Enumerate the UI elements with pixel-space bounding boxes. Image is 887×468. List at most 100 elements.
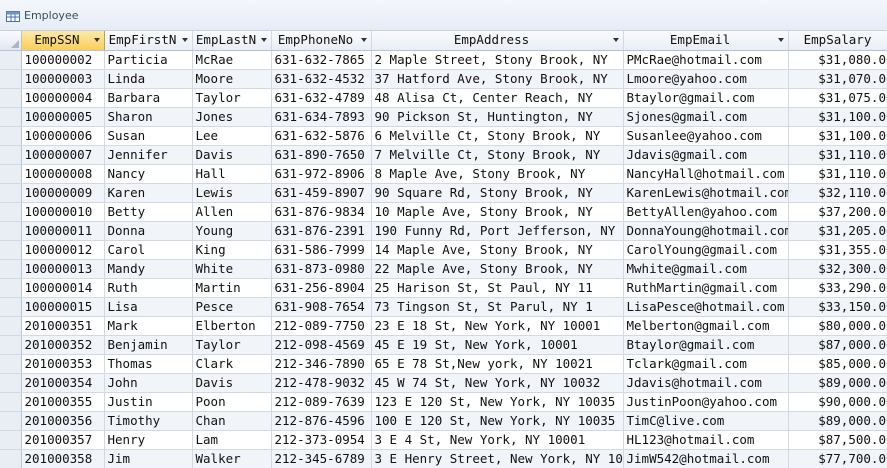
record-selector[interactable] <box>0 69 22 89</box>
empssn-cell[interactable]: 100000002 <box>21 50 105 70</box>
empaddress-cell[interactable]: 48 Alisa Ct, Center Reach, NY <box>371 88 624 108</box>
empssn-cell[interactable]: 201000352 <box>21 335 105 355</box>
empemail-cell[interactable]: Lmoore@yahoo.com <box>623 69 789 89</box>
emplastname-cell[interactable]: Lee <box>192 126 272 146</box>
column-header-empssn[interactable]: EmpSSN <box>21 31 105 51</box>
empssn-cell[interactable]: 100000007 <box>21 145 105 165</box>
table-row[interactable]: 100000007 Jennifer Davis 631-890-7650 7 Melv… <box>0 145 887 165</box>
empfirstname-cell[interactable]: Thomas <box>104 354 193 374</box>
empemail-cell[interactable]: HL123@hotmail.com <box>623 430 789 450</box>
empaddress-cell[interactable]: 22 Maple Ave, Stony Brook, NY <box>371 259 624 279</box>
emplastname-cell[interactable]: Taylor <box>192 335 272 355</box>
empemail-cell[interactable]: Btaylor@gmail.com <box>623 335 789 355</box>
emplastname-cell[interactable]: Davis <box>192 373 272 393</box>
empssn-cell[interactable]: 201000354 <box>21 373 105 393</box>
empssn-cell[interactable]: 100000009 <box>21 183 105 203</box>
empfirstname-cell[interactable]: Karen <box>104 183 193 203</box>
dropdown-arrow-icon[interactable] <box>612 38 619 42</box>
dropdown-arrow-icon[interactable] <box>777 38 784 42</box>
table-row[interactable]: 201000357 Henry Lam 212-373-0954 3 E 4 St, N… <box>0 430 887 450</box>
empemail-cell[interactable]: Btaylor@gmail.com <box>623 88 789 108</box>
empaddress-cell[interactable]: 37 Hatford Ave, Stony Brook, NY <box>371 69 624 89</box>
emplastname-cell[interactable]: King <box>192 240 272 260</box>
emplastname-cell[interactable]: White <box>192 259 272 279</box>
empsalary-cell[interactable]: $31,205.00 <box>788 221 887 241</box>
empaddress-cell[interactable]: 14 Maple Ave, Stony Brook, NY <box>371 240 624 260</box>
empssn-cell[interactable]: 100000010 <box>21 202 105 222</box>
empfirstname-cell[interactable]: Benjamin <box>104 335 193 355</box>
empfirstname-cell[interactable]: Particia <box>104 50 193 70</box>
empssn-cell[interactable]: 201000355 <box>21 392 105 412</box>
empssn-cell[interactable]: 100000005 <box>21 107 105 127</box>
emplastname-cell[interactable]: Chan <box>192 411 272 431</box>
empsalary-cell[interactable]: $90,000.00 <box>788 392 887 412</box>
emplastname-cell[interactable]: Young <box>192 221 272 241</box>
table-row[interactable]: 201000355 Justin Poon 212-089-7639 123 E 120… <box>0 392 887 412</box>
empssn-cell[interactable]: 201000353 <box>21 354 105 374</box>
empemail-cell[interactable]: Jdavis@hotmail.com <box>623 373 789 393</box>
empemail-cell[interactable]: CarolYoung@gmail.com <box>623 240 789 260</box>
empsalary-cell[interactable]: $87,500.00 <box>788 430 887 450</box>
empsalary-cell[interactable]: $87,000.00 <box>788 335 887 355</box>
dropdown-arrow-icon[interactable] <box>260 38 267 42</box>
empsalary-cell[interactable]: $37,200.00 <box>788 202 887 222</box>
empsalary-cell[interactable]: $89,000.00 <box>788 411 887 431</box>
empphoneno-cell[interactable]: 212-345-6789 <box>271 449 372 468</box>
empaddress-cell[interactable]: 10 Maple Ave, Stony Brook, NY <box>371 202 624 222</box>
table-row[interactable]: 100000010 Betty Allen 631-876-9834 10 Maple … <box>0 202 887 222</box>
empssn-cell[interactable]: 100000011 <box>21 221 105 241</box>
empsalary-cell[interactable]: $31,080.00 <box>788 50 887 70</box>
empfirstname-cell[interactable]: Mark <box>104 316 193 336</box>
table-row[interactable]: 100000003 Linda Moore 631-632-4532 37 Hatfor… <box>0 69 887 89</box>
empsalary-cell[interactable]: $31,100.00 <box>788 126 887 146</box>
empemail-cell[interactable]: Sjones@gmail.com <box>623 107 789 127</box>
record-selector[interactable] <box>0 183 22 203</box>
empaddress-cell[interactable]: 73 Tingson St, St Parul, NY 1 <box>371 297 624 317</box>
empfirstname-cell[interactable]: Mandy <box>104 259 193 279</box>
emplastname-cell[interactable]: Jones <box>192 107 272 127</box>
table-row[interactable]: 201000354 John Davis 212-478-9032 45 W 74 St… <box>0 373 887 393</box>
empaddress-cell[interactable]: 90 Square Rd, Stony Brook, NY <box>371 183 624 203</box>
empssn-cell[interactable]: 100000012 <box>21 240 105 260</box>
empssn-cell[interactable]: 201000356 <box>21 411 105 431</box>
empfirstname-cell[interactable]: Sharon <box>104 107 193 127</box>
empphoneno-cell[interactable]: 631-634-7893 <box>271 107 372 127</box>
emplastname-cell[interactable]: Lewis <box>192 183 272 203</box>
empaddress-cell[interactable]: 3 E Henry Street, New York, NY 10002 <box>371 449 624 468</box>
emplastname-cell[interactable]: Walker <box>192 449 272 468</box>
empphoneno-cell[interactable]: 212-373-0954 <box>271 430 372 450</box>
empssn-cell[interactable]: 100000004 <box>21 88 105 108</box>
empemail-cell[interactable]: NancyHall@hotmail.com <box>623 164 789 184</box>
record-selector[interactable] <box>0 107 22 127</box>
record-selector[interactable] <box>0 411 22 431</box>
empfirstname-cell[interactable]: John <box>104 373 193 393</box>
record-selector[interactable] <box>0 430 22 450</box>
emplastname-cell[interactable]: Elberton <box>192 316 272 336</box>
empaddress-cell[interactable]: 65 E 78 St,New york, NY 10021 <box>371 354 624 374</box>
column-header-empaddress[interactable]: EmpAddress <box>371 31 624 51</box>
empfirstname-cell[interactable]: Carol <box>104 240 193 260</box>
empsalary-cell[interactable]: $31,110.00 <box>788 145 887 165</box>
record-selector[interactable] <box>0 449 22 468</box>
table-row[interactable]: 100000015 Lisa Pesce 631-908-7654 73 Tingson… <box>0 297 887 317</box>
empaddress-cell[interactable]: 45 E 19 St, New York, 10001 <box>371 335 624 355</box>
empphoneno-cell[interactable]: 631-632-7865 <box>271 50 372 70</box>
emplastname-cell[interactable]: Davis <box>192 145 272 165</box>
table-row[interactable]: 201000356 Timothy Chan 212-876-4596 100 E 12… <box>0 411 887 431</box>
empsalary-cell[interactable]: $80,000.00 <box>788 316 887 336</box>
empaddress-cell[interactable]: 6 Melville Ct, Stony Brook, NY <box>371 126 624 146</box>
dropdown-arrow-icon[interactable] <box>360 38 367 42</box>
record-selector[interactable] <box>0 316 22 336</box>
empsalary-cell[interactable]: $33,150.00 <box>788 297 887 317</box>
empsalary-cell[interactable]: $85,000.00 <box>788 354 887 374</box>
column-header-empemail[interactable]: EmpEmail <box>623 31 789 51</box>
empemail-cell[interactable]: BettyAllen@yahoo.com <box>623 202 789 222</box>
empaddress-cell[interactable]: 23 E 18 St, New York, NY 10001 <box>371 316 624 336</box>
empfirstname-cell[interactable]: Nancy <box>104 164 193 184</box>
record-selector[interactable] <box>0 335 22 355</box>
record-selector[interactable] <box>0 88 22 108</box>
empfirstname-cell[interactable]: Lisa <box>104 297 193 317</box>
record-selector[interactable] <box>0 164 22 184</box>
emplastname-cell[interactable]: McRae <box>192 50 272 70</box>
empphoneno-cell[interactable]: 631-256-8904 <box>271 278 372 298</box>
